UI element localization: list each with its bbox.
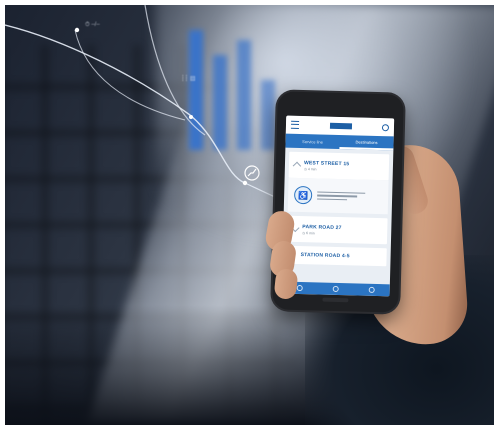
stop-time: ◷ 6 min — [302, 230, 315, 235]
app-tabs: Service line Destinations — [285, 133, 394, 151]
overlay-node — [242, 180, 248, 186]
search-icon[interactable] — [381, 123, 390, 131]
overlay-line — [5, 24, 246, 184]
stop-card[interactable]: STATION ROAD 4-5 — [286, 245, 387, 267]
chevron-up-icon — [292, 161, 302, 171]
photo-frame: ⏱ –/– ┆┆ ▤ Service line Destinations WES… — [5, 5, 494, 425]
detail-text — [317, 189, 367, 203]
nav-icon[interactable] — [296, 284, 303, 292]
nav-icon[interactable] — [332, 285, 339, 293]
tab-service-line[interactable]: Service line — [285, 134, 339, 149]
menu-icon[interactable] — [290, 120, 300, 129]
overlay-line — [144, 5, 206, 136]
overlay-node — [74, 27, 80, 33]
overlay-node — [189, 115, 193, 119]
stop-detail: ♿ — [287, 177, 389, 215]
tab-destinations[interactable]: Destinations — [339, 135, 394, 151]
phone-speaker — [322, 297, 349, 303]
stop-title: STATION ROAD 4-5 — [300, 252, 350, 260]
overlay-line — [74, 29, 186, 121]
app-footer — [281, 281, 390, 297]
stop-card[interactable]: WEST STREET 15 ◷ 4 min — [288, 151, 390, 181]
stop-title: PARK ROAD 27 — [302, 223, 342, 231]
overlay-label-timer: ⏱ –/– — [85, 22, 100, 28]
stop-card[interactable]: PARK ROAD 27 ◷ 6 min — [286, 215, 388, 245]
phone-screen: Service line Destinations WEST STREET 15… — [281, 115, 395, 297]
nav-icon[interactable] — [368, 286, 375, 293]
escalator-icon: ♿ — [293, 185, 313, 205]
stop-time: ◷ 4 min — [303, 166, 317, 171]
stop-title: WEST STREET 15 — [303, 159, 350, 167]
overlay-label-bars: ┆┆ ▤ — [181, 76, 196, 82]
logo-icon — [329, 122, 352, 130]
